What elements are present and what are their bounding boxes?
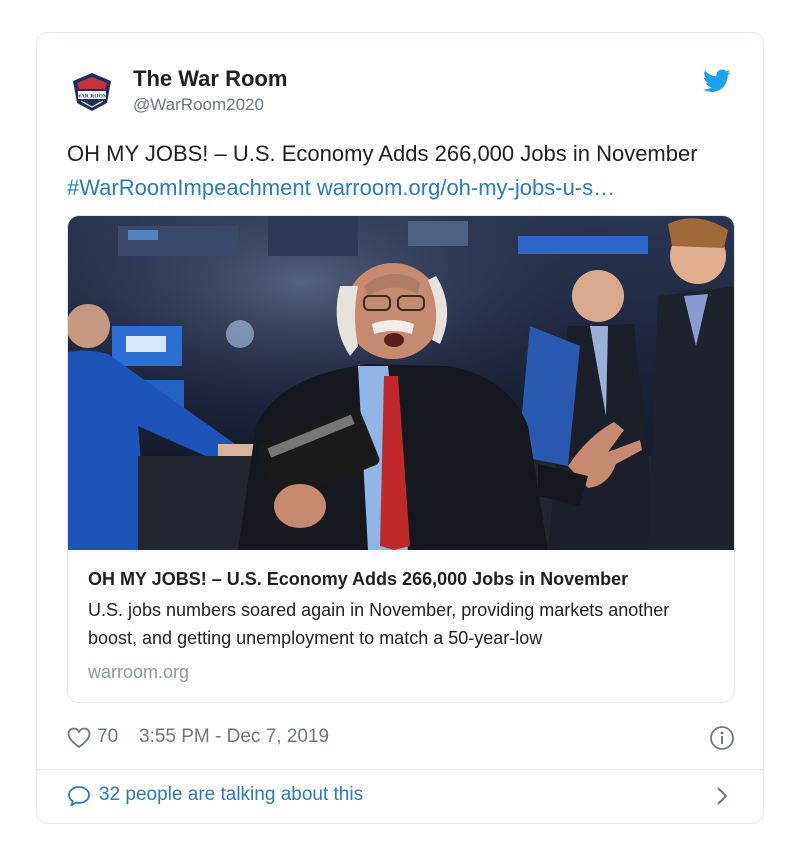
user-handle[interactable]: @WarRoom2020 — [133, 93, 287, 117]
tweet-card: WAR ROOM The War Room @WarRoom2020 OH MY… — [36, 32, 764, 824]
tweet-header: WAR ROOM The War Room @WarRoom2020 — [67, 63, 733, 123]
article-link[interactable]: warroom.org/oh-my-jobs-u-s… — [317, 175, 615, 200]
tweet-text-body: OH MY JOBS! – U.S. Economy Adds 266,000 … — [67, 141, 698, 166]
tweet-text: OH MY JOBS! – U.S. Economy Adds 266,000 … — [67, 137, 739, 205]
conversation-link[interactable]: 32 people are talking about this — [67, 781, 733, 811]
display-name[interactable]: The War Room — [133, 65, 287, 93]
twitter-bird-icon[interactable] — [703, 69, 731, 93]
link-card-title[interactable]: OH MY JOBS! – U.S. Economy Adds 266,000 … — [88, 566, 718, 592]
heart-icon[interactable] — [67, 727, 91, 749]
chevron-right-icon[interactable] — [715, 785, 729, 807]
speech-bubble-icon[interactable] — [67, 785, 91, 807]
link-card-info[interactable]: OH MY JOBS! – U.S. Economy Adds 266,000 … — [88, 566, 718, 686]
tweet-timestamp[interactable]: 3:55 PM - Dec 7, 2019 — [139, 726, 329, 748]
link-card-description: U.S. jobs numbers soared again in Novemb… — [88, 600, 670, 648]
avatar[interactable]: WAR ROOM — [67, 67, 117, 117]
link-preview-card[interactable]: OH MY JOBS! – U.S. Economy Adds 266,000 … — [67, 215, 735, 703]
talking-about-this-link[interactable]: 32 people are talking about this — [99, 784, 363, 806]
info-icon[interactable] — [709, 725, 735, 751]
author-names[interactable]: The War Room @WarRoom2020 — [133, 65, 287, 117]
hashtag-link[interactable]: #WarRoomImpeachment — [67, 175, 311, 200]
link-card-domain: warroom.org — [88, 662, 190, 682]
like-count[interactable]: 70 — [97, 726, 118, 748]
tweet-meta: 70 3:55 PM - Dec 7, 2019 — [67, 723, 735, 753]
svg-text:WAR ROOM: WAR ROOM — [76, 94, 109, 100]
divider — [37, 769, 763, 770]
article-photo[interactable] — [68, 216, 734, 550]
